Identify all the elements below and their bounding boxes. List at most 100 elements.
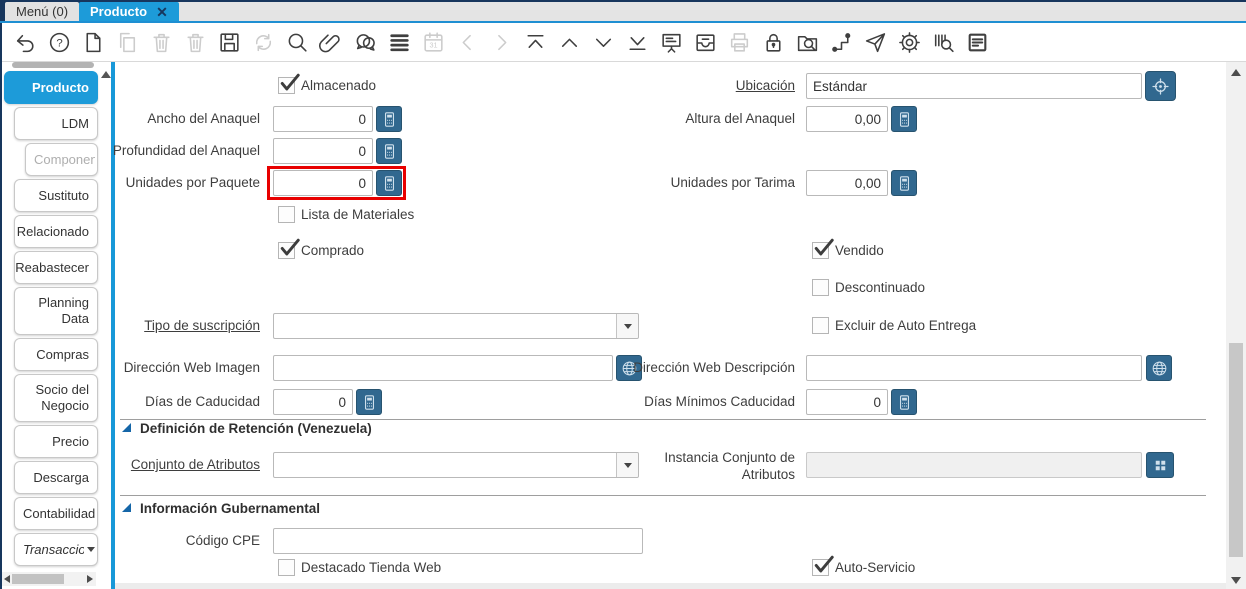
direccion-web-descripcion-url-button[interactable] [1146, 355, 1172, 381]
workflow-button[interactable] [828, 28, 855, 56]
archive-button[interactable] [692, 28, 719, 56]
direccion-web-descripcion-input[interactable] [806, 355, 1142, 381]
report-button[interactable] [658, 28, 685, 56]
sidebar-tab-socio-del-negocio[interactable]: Socio del Negocio [14, 374, 98, 422]
tab-menu[interactable]: Menú (0) [5, 2, 80, 21]
preferences-button[interactable] [896, 28, 923, 56]
chevron-down-icon[interactable] [87, 547, 95, 552]
window-log-button[interactable] [964, 28, 991, 56]
unidades-paquete-input[interactable] [273, 170, 373, 196]
checkbox-box[interactable] [812, 317, 829, 334]
ancho-anaquel-input[interactable] [273, 106, 373, 132]
auto-servicio-checkbox[interactable]: Auto-Servicio [812, 555, 915, 576]
scroll-down-arrow-icon[interactable] [1231, 577, 1241, 584]
chevron-down-icon[interactable] [616, 314, 638, 338]
sidebar-tab-planning-data[interactable]: Planning Data [14, 287, 98, 335]
profundidad-anaquel-label: Profundidad del Anaquel [112, 143, 260, 158]
checkbox-box[interactable] [278, 73, 300, 94]
tab-producto[interactable]: Producto ✕ [79, 2, 179, 21]
new-record-button[interactable] [80, 28, 107, 56]
unidades-tarima-calculator-button[interactable] [891, 170, 917, 196]
trash-icon [153, 33, 170, 52]
checkbox-box[interactable] [812, 238, 834, 259]
instancia-conjunto-editor-button[interactable] [1146, 452, 1174, 478]
sidebar-tab-compras[interactable]: Compras [14, 338, 98, 371]
ubicacion-locator-button[interactable] [1145, 71, 1176, 101]
tipo-suscripcion-label[interactable]: Tipo de suscripción [144, 318, 260, 334]
checkbox-box[interactable] [812, 555, 834, 576]
codigo-cpe-input[interactable] [273, 528, 643, 554]
sidebar-tab-label: Precio [52, 434, 89, 449]
sidebar-tab-descarga[interactable]: Descarga [14, 461, 98, 494]
profundidad-anaquel-input[interactable] [273, 138, 373, 164]
save-button[interactable] [216, 28, 243, 56]
scroll-up-arrow-icon[interactable] [1231, 69, 1241, 76]
descontinuado-checkbox[interactable]: Descontinuado [812, 279, 925, 296]
sidebar-horizontal-scrollbar-thumb[interactable] [12, 574, 64, 584]
unidades-paquete-calculator-button[interactable] [376, 170, 402, 196]
sidebar-tab-precio[interactable]: Precio [14, 425, 98, 458]
previous-record-button[interactable] [556, 28, 583, 56]
sidebar-tab-transacciones[interactable]: Transacciones [14, 533, 98, 566]
private-record-button[interactable] [760, 28, 787, 56]
undo-button[interactable] [12, 28, 39, 56]
chat-button[interactable] [352, 28, 379, 56]
section-collapse-icon[interactable] [122, 503, 131, 512]
almacenado-checkbox[interactable]: Almacenado [278, 73, 376, 94]
send-mail-button[interactable] [862, 28, 889, 56]
destacado-tienda-web-checkbox[interactable]: Destacado Tienda Web [278, 559, 441, 576]
checkbox-box[interactable] [278, 559, 295, 576]
altura-anaquel-input[interactable] [806, 106, 888, 132]
profundidad-anaquel-calculator-button[interactable] [376, 138, 402, 164]
conjunto-atributos-input[interactable] [274, 453, 616, 477]
altura-anaquel-calculator-button[interactable] [891, 106, 917, 132]
dias-minimos-caducidad-calculator-button[interactable] [891, 389, 917, 415]
ubicacion-input[interactable] [806, 73, 1142, 99]
comprado-checkbox[interactable]: Comprado [278, 238, 364, 259]
sidebar-tab-relacionado[interactable]: Relacionado [14, 215, 98, 248]
direccion-web-imagen-input[interactable] [273, 355, 613, 381]
checkbox-box[interactable] [812, 279, 829, 296]
conjunto-atributos-label[interactable]: Conjunto de Atributos [131, 457, 260, 473]
sidebar-scroll-right-arrow-icon[interactable] [87, 575, 93, 583]
help-button[interactable]: ? [46, 28, 73, 56]
sidebar-tab-ldm[interactable]: LDM [14, 107, 98, 140]
sidebar-tab-reabastecer[interactable]: Reabastecer [14, 251, 98, 284]
section-separator [120, 419, 1206, 420]
clip-icon [319, 33, 340, 52]
zoom-across-button[interactable] [794, 28, 821, 56]
vendido-checkbox[interactable]: Vendido [812, 238, 884, 259]
sidebar-tab-producto[interactable]: Producto [4, 71, 98, 104]
tipo-suscripcion-select[interactable] [273, 313, 639, 339]
panel-divider[interactable] [111, 62, 115, 589]
refresh-button [250, 28, 277, 56]
tipo-suscripcion-input[interactable] [274, 314, 616, 338]
ancho-anaquel-calculator-button[interactable] [376, 106, 402, 132]
dias-minimos-caducidad-input[interactable] [806, 389, 888, 415]
lista-materiales-checkbox[interactable]: Lista de Materiales [278, 206, 414, 223]
checkbox-box[interactable] [278, 206, 295, 223]
excluir-auto-entrega-checkbox[interactable]: Excluir de Auto Entrega [812, 317, 976, 334]
ubicacion-label[interactable]: Ubicación [736, 78, 795, 94]
sidebar-tab-label: Producto [31, 80, 89, 95]
grid-toggle-button[interactable] [386, 28, 413, 56]
dias-caducidad-calculator-button[interactable] [356, 389, 382, 415]
vertical-scrollbar-thumb[interactable] [1229, 343, 1243, 557]
ancho-anaquel-label: Ancho del Anaquel [147, 111, 260, 126]
sidebar-tab-sustituto[interactable]: Sustituto [14, 179, 98, 212]
first-record-button[interactable] [522, 28, 549, 56]
product-info-button[interactable] [930, 28, 957, 56]
next-record-button[interactable] [590, 28, 617, 56]
sidebar-scroll-up-arrow-icon[interactable] [101, 71, 111, 78]
close-icon[interactable]: ✕ [156, 5, 168, 19]
sidebar-tab-contabilidad[interactable]: Contabilidad [14, 497, 98, 530]
sidebar-scroll-left-arrow-icon[interactable] [4, 575, 10, 583]
dias-caducidad-input[interactable] [273, 389, 353, 415]
checkbox-box[interactable] [278, 238, 300, 259]
find-button[interactable] [284, 28, 311, 56]
conjunto-atributos-select[interactable] [273, 452, 639, 478]
section-collapse-icon[interactable] [122, 423, 131, 432]
unidades-tarima-input[interactable] [806, 170, 888, 196]
last-record-button[interactable] [624, 28, 651, 56]
attachment-button[interactable] [318, 28, 345, 56]
